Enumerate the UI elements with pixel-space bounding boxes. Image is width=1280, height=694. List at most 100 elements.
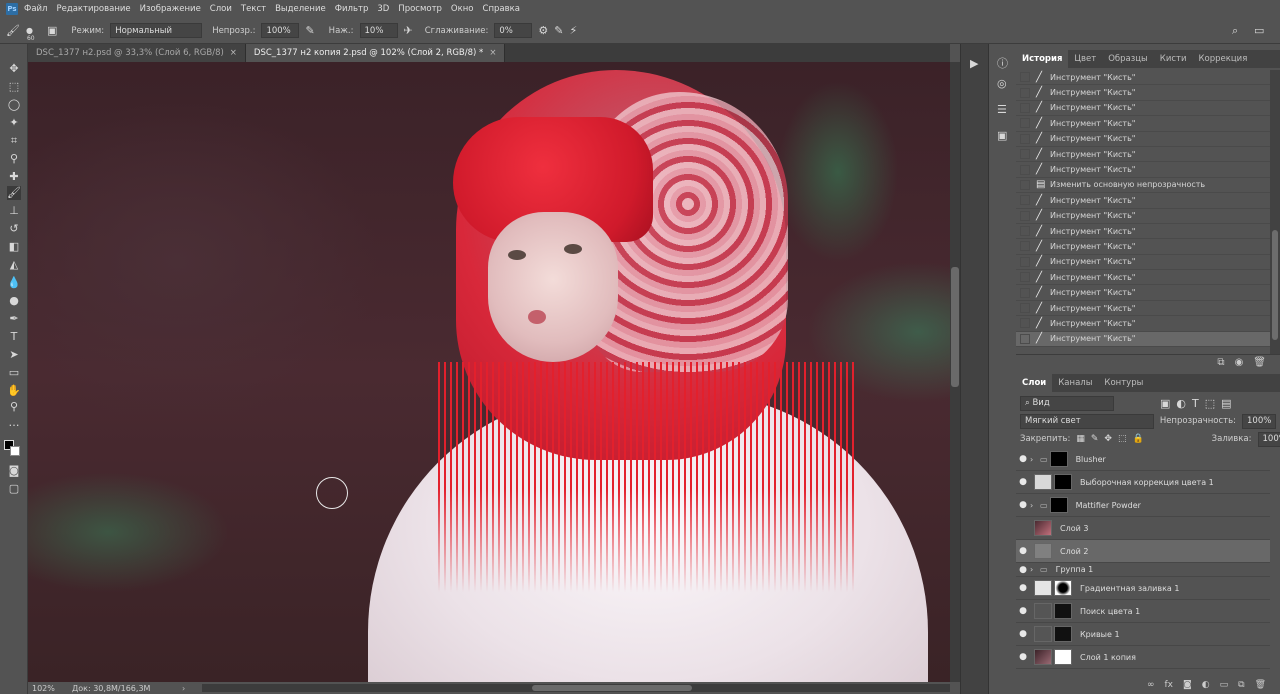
hand-tool-icon[interactable]: ✋ xyxy=(7,384,21,398)
brush-tool-icon[interactable]: 🖌 xyxy=(6,25,20,36)
chevron-right-icon[interactable]: › xyxy=(1030,501,1040,510)
eye-icon[interactable]: ● xyxy=(1016,606,1030,616)
scroll-thumb[interactable] xyxy=(951,267,959,387)
move-tool-icon[interactable]: ✥ xyxy=(7,62,21,76)
trash-icon[interactable]: 🗑 xyxy=(1255,680,1266,690)
tab-layers[interactable]: Слои xyxy=(1016,374,1053,392)
tab-color[interactable]: Цвет xyxy=(1068,50,1102,68)
menu-3d[interactable]: 3D xyxy=(377,4,389,14)
lock-pixels-icon[interactable]: ▦ xyxy=(1076,434,1085,444)
lock-position-icon[interactable]: ✥ xyxy=(1104,434,1112,444)
tab-document-1[interactable]: DSC_1377 н2.psd @ 33,3% (Слой 6, RGB/8) × xyxy=(28,44,246,62)
camera-icon[interactable]: ◉ xyxy=(1235,357,1244,368)
history-scrollbar[interactable] xyxy=(1270,70,1280,354)
lock-paint-icon[interactable]: ✎ xyxy=(1091,434,1099,444)
status-menu-arrow[interactable]: › xyxy=(182,684,202,693)
scroll-thumb[interactable] xyxy=(532,685,692,691)
quick-select-icon[interactable]: ✦ xyxy=(7,116,21,130)
layer-row[interactable]: ● Поиск цвета 1 xyxy=(1016,600,1270,623)
tab-brushes[interactable]: Кисти xyxy=(1154,50,1193,68)
layer-row[interactable]: ● Градиентная заливка 1 xyxy=(1016,577,1270,600)
menu-window[interactable]: Окно xyxy=(451,4,474,14)
filter-smart-icon[interactable]: ▤ xyxy=(1221,398,1231,409)
eyedropper-icon[interactable]: ⚲ xyxy=(7,152,21,166)
mode-select[interactable]: Нормальный xyxy=(110,23,203,38)
layer-row[interactable]: ● Кривые 1 xyxy=(1016,623,1270,646)
symmetry-icon[interactable]: ⚡ xyxy=(569,25,577,36)
eye-icon[interactable]: ● xyxy=(1016,500,1030,510)
history-item[interactable]: ╱ Инструмент "Кисть" xyxy=(1016,301,1270,317)
history-item[interactable]: ╱ Инструмент "Кисть" xyxy=(1016,316,1270,332)
filter-pixel-icon[interactable]: ▣ xyxy=(1160,398,1170,409)
pressure-opacity-icon[interactable]: ✎ xyxy=(305,25,314,36)
screen-mode-icon[interactable]: ▢ xyxy=(7,482,21,496)
tab-paths[interactable]: Контуры xyxy=(1098,374,1149,392)
menu-select[interactable]: Выделение xyxy=(275,4,326,14)
eraser-icon[interactable]: ◧ xyxy=(7,240,21,254)
properties-icon[interactable]: ☰ xyxy=(997,104,1007,115)
menu-edit[interactable]: Редактирование xyxy=(56,4,130,14)
eye-icon[interactable]: ● xyxy=(1016,477,1030,487)
blend-mode-select[interactable]: Мягкий свет xyxy=(1020,413,1154,429)
path-select-icon[interactable]: ➤ xyxy=(7,348,21,362)
history-item[interactable]: ╱ Инструмент "Кисть" xyxy=(1016,209,1270,224)
history-item[interactable]: ╱ Инструмент "Кисть" xyxy=(1016,270,1270,286)
layer-row[interactable]: ● Выборочная коррекция цвета 1 xyxy=(1016,471,1270,494)
close-icon[interactable]: × xyxy=(230,48,237,58)
more-tools-icon[interactable]: … xyxy=(7,416,21,430)
opacity-field[interactable]: 100% xyxy=(261,23,300,38)
fill-field[interactable]: 100% xyxy=(1257,431,1280,447)
history-item[interactable]: ╱ Инструмент "Кисть" xyxy=(1016,193,1270,209)
quick-mask-icon[interactable]: ◙ xyxy=(7,464,21,478)
eye-icon[interactable]: ● xyxy=(1016,629,1030,639)
brush-preset-picker[interactable]: ● 60 xyxy=(26,26,35,41)
shape-tool-icon[interactable]: ▭ xyxy=(7,366,21,380)
layer-row-selected[interactable]: ● Слой 2 xyxy=(1016,540,1270,563)
zoom-level[interactable]: 102% xyxy=(28,684,72,693)
filter-type-icon[interactable]: T xyxy=(1192,398,1199,409)
new-group-icon[interactable]: ▭ xyxy=(1220,680,1229,690)
history-item[interactable]: ╱ Инструмент "Кисть" xyxy=(1016,285,1270,301)
new-layer-icon[interactable]: ⧉ xyxy=(1238,680,1244,690)
chevron-right-icon[interactable]: › xyxy=(1030,455,1040,464)
link-icon[interactable]: ∞ xyxy=(1147,680,1155,690)
pen-tool-icon[interactable]: ✒ xyxy=(7,312,21,326)
fx-icon[interactable]: fx xyxy=(1165,680,1174,690)
type-tool-icon[interactable]: T xyxy=(7,330,21,344)
menu-layers[interactable]: Слои xyxy=(210,4,232,14)
gear-icon[interactable]: ⚙ xyxy=(538,25,548,36)
eye-icon[interactable]: ● xyxy=(1016,583,1030,593)
history-item[interactable]: ╱ Инструмент "Кисть" xyxy=(1016,224,1270,240)
history-item[interactable]: ╱ Инструмент "Кисть" xyxy=(1016,255,1270,271)
adjustment-layer-icon[interactable]: ◐ xyxy=(1202,680,1210,690)
history-brush-icon[interactable]: ↺ xyxy=(7,222,21,236)
layer-filter-select[interactable]: ⌕ Вид xyxy=(1020,395,1114,411)
eye-icon[interactable]: ● xyxy=(1016,454,1030,464)
workspace-icon[interactable]: ▭ xyxy=(1254,25,1264,36)
scroll-thumb[interactable] xyxy=(1272,230,1278,340)
history-item[interactable]: ╱ Инструмент "Кисть" xyxy=(1016,101,1270,117)
smoothing-field[interactable]: 0% xyxy=(494,23,533,38)
layer-row[interactable]: ● › ▭ Blusher xyxy=(1016,448,1270,471)
document-canvas[interactable] xyxy=(28,62,950,682)
brush-settings-icon[interactable]: ▣ xyxy=(47,25,57,36)
layer-row[interactable]: ● › ▭ Группа 1 xyxy=(1016,563,1270,577)
brush-tool-icon-active[interactable]: 🖌 xyxy=(7,186,21,200)
info-icon[interactable]: ⓘ xyxy=(997,58,1008,69)
libraries-icon[interactable]: ▣ xyxy=(997,130,1007,141)
menu-view[interactable]: Просмотр xyxy=(398,4,442,14)
airbrush-icon[interactable]: ✈ xyxy=(404,25,413,36)
crop-tool-icon[interactable]: ⌗ xyxy=(7,134,21,148)
history-item[interactable]: ╱ Инструмент "Кисть" xyxy=(1016,85,1270,101)
trash-icon[interactable]: 🗑 xyxy=(1253,357,1266,368)
menu-file[interactable]: Файл xyxy=(24,4,47,14)
canvas-vertical-scrollbar[interactable] xyxy=(950,62,960,682)
layer-row[interactable]: ● › ▭ Mattifier Powder xyxy=(1016,494,1270,517)
tab-adjustments[interactable]: Коррекция xyxy=(1193,50,1254,68)
layer-opacity-field[interactable]: 100% xyxy=(1242,413,1276,429)
zoom-tool-icon[interactable]: ⚲ xyxy=(7,400,21,414)
eye-icon[interactable]: ● xyxy=(1016,652,1030,662)
stamp-tool-icon[interactable]: ⊥ xyxy=(7,204,21,218)
tab-history[interactable]: История xyxy=(1016,50,1069,68)
history-item[interactable]: ╱ Инструмент "Кисть" xyxy=(1016,70,1270,86)
